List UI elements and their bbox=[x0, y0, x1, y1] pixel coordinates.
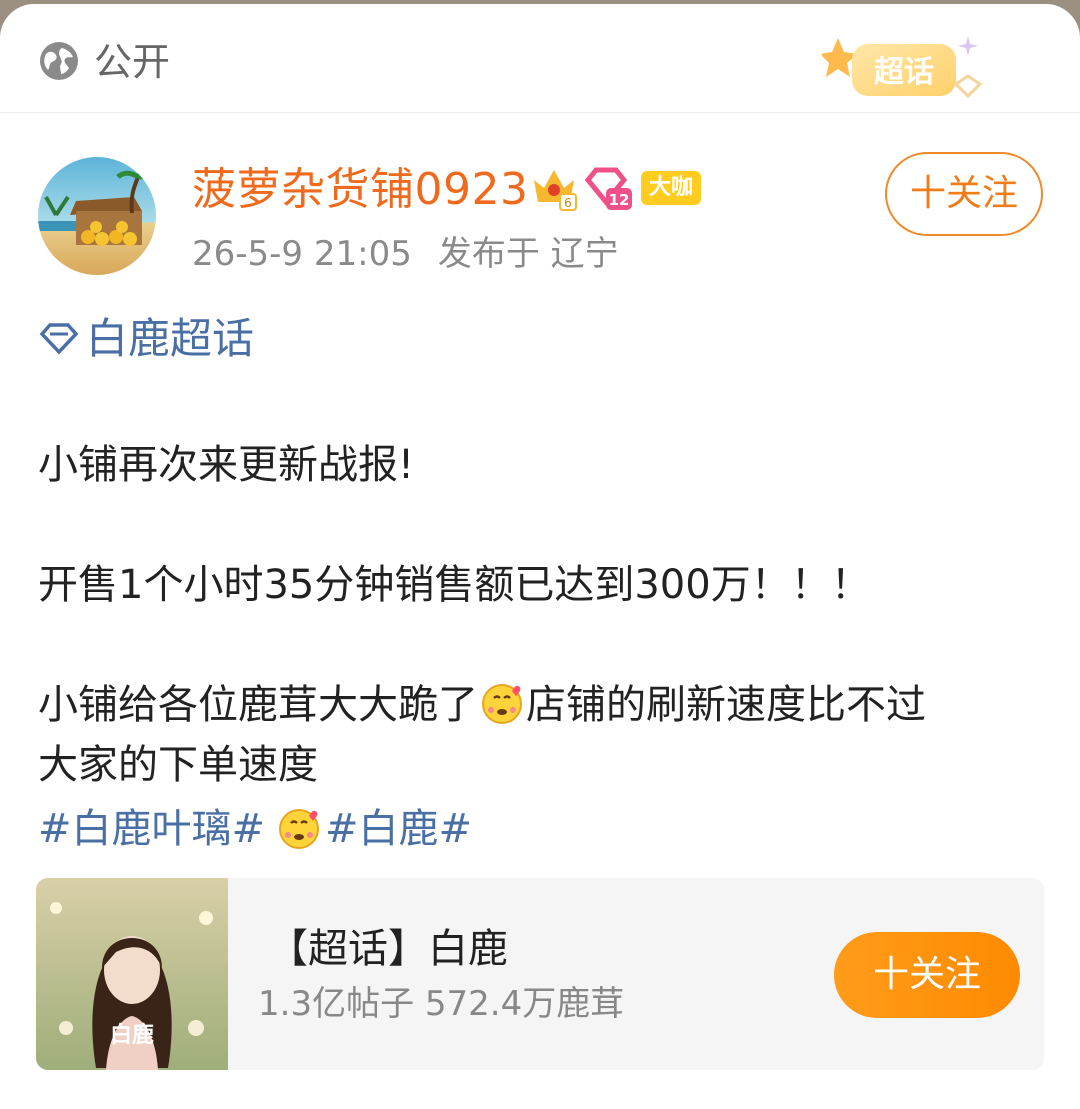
daka-tag: 大咖 bbox=[641, 171, 701, 205]
kneel-emoji-icon bbox=[482, 684, 522, 724]
visibility-label[interactable]: 公开 bbox=[94, 38, 170, 86]
post-text-line: 小铺再次来更新战报! bbox=[38, 442, 415, 488]
supertopic-title: 【超话】白鹿 bbox=[268, 926, 508, 972]
globe-icon bbox=[40, 42, 78, 80]
follow-supertopic-button[interactable]: 十关注 bbox=[834, 932, 1020, 1018]
post-meta: 26-5-9 21:05 发布于 辽宁 bbox=[192, 230, 619, 278]
post-text-line: 大家的下单速度 bbox=[38, 742, 318, 788]
gem-level: 12 bbox=[609, 191, 630, 209]
badge-text: 超话 bbox=[874, 55, 934, 90]
cover-text: 白鹿 bbox=[110, 1022, 154, 1048]
crown-level: 6 bbox=[564, 196, 572, 210]
follow-author-button[interactable]: 十关注 bbox=[885, 152, 1043, 236]
post-sheet: 公开 超话 菠萝杂货铺0923 6 12 大咖 26-5-9 21:05 发布于… bbox=[0, 4, 1080, 1109]
supertopic-stats: 1.3亿帖子 572.4万鹿茸 bbox=[258, 984, 625, 1024]
hashtag-link[interactable]: #白鹿叶璃# bbox=[38, 800, 265, 858]
hashtag-row: #白鹿叶璃# #白鹿# bbox=[38, 800, 472, 858]
hashtag-link[interactable]: #白鹿# bbox=[325, 800, 472, 858]
star-badge-icon[interactable]: 超话 bbox=[822, 32, 992, 110]
diamond-icon bbox=[39, 323, 79, 355]
post-location: 发布于 辽宁 bbox=[437, 234, 619, 274]
supertopic-cover-image: 白鹿 bbox=[36, 878, 228, 1070]
crown-icon: 6 bbox=[534, 170, 577, 211]
post-text-line: 小铺给各位鹿茸大大跪了 店铺的刷新速度比不过 bbox=[38, 676, 1048, 734]
topic-link[interactable]: 白鹿超话 bbox=[38, 311, 254, 367]
author-name[interactable]: 菠萝杂货铺0923 bbox=[192, 160, 528, 220]
topic-label: 白鹿超话 bbox=[86, 314, 255, 363]
gem-level-icon: 12 bbox=[584, 167, 632, 210]
supertopic-card[interactable]: 白鹿 【超话】白鹿 1.3亿帖子 572.4万鹿茸 十关注 bbox=[36, 878, 1044, 1070]
top-bar: 公开 超话 bbox=[0, 4, 1080, 113]
kneel-emoji-icon bbox=[279, 809, 320, 849]
post-text-segment: 小铺给各位鹿茸大大跪了 bbox=[38, 682, 478, 728]
post-text-segment: 店铺的刷新速度比不过 bbox=[526, 682, 926, 728]
post-date: 26-5-9 21:05 bbox=[192, 234, 412, 274]
avatar[interactable] bbox=[38, 157, 156, 275]
post-text-line: 开售1个小时35分钟销售额已达到300万！！！ bbox=[38, 562, 871, 608]
